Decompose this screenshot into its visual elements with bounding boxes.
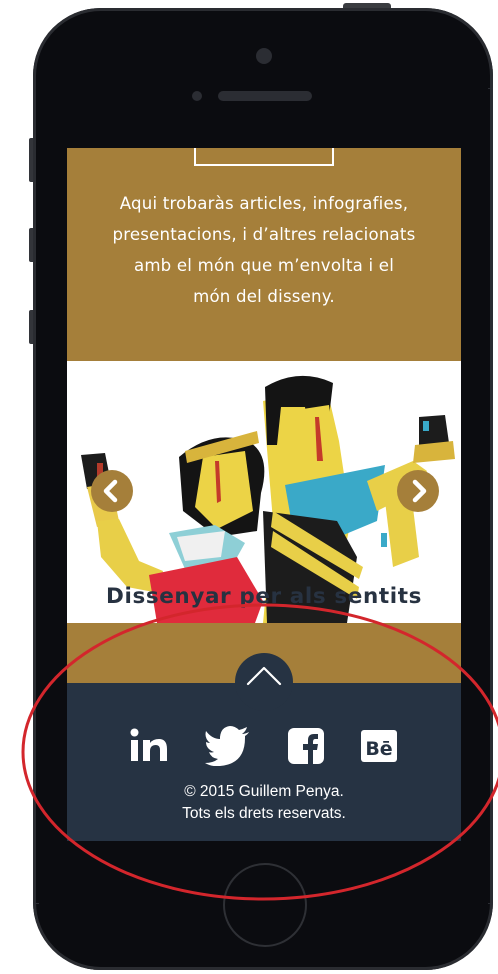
behance-label: Bē <box>365 738 392 760</box>
linkedin-icon <box>130 728 167 761</box>
antenna-line <box>488 903 493 904</box>
slider-next-button[interactable] <box>397 470 439 512</box>
scroll-to-top-button[interactable] <box>235 653 293 711</box>
intro-line: món del disseny. <box>193 287 335 306</box>
chevron-right-icon <box>412 479 427 503</box>
facebook-icon <box>288 728 324 764</box>
antenna-line <box>33 903 39 904</box>
phone-screen: Aqui trobaràs articles, infografies, pre… <box>67 148 461 841</box>
behance-link[interactable]: Bē <box>359 726 399 766</box>
antenna-line <box>488 88 493 89</box>
chevron-left-icon <box>103 479 118 503</box>
front-camera <box>256 48 272 64</box>
home-button <box>223 863 307 947</box>
copyright-line: Tots els drets reservats. <box>182 805 346 822</box>
slider-prev-button[interactable] <box>91 470 133 512</box>
intro-line: presentacions, i d’altres relacionats <box>112 225 416 244</box>
intro-line: Aqui trobaràs articles, infografies, <box>119 194 409 213</box>
twitter-link[interactable] <box>205 726 251 766</box>
facebook-link[interactable] <box>286 726 326 766</box>
behance-icon: Bē <box>361 730 397 762</box>
chevron-up-icon <box>246 666 282 686</box>
image-slider: Dissenyar per als sentits <box>67 361 461 623</box>
proximity-sensor <box>192 91 202 101</box>
earpiece-speaker <box>218 91 312 101</box>
mockup-stage: Aqui trobaràs articles, infografies, pre… <box>0 0 498 974</box>
copyright-line: © 2015 Guillem Penya. <box>184 783 344 800</box>
slide-caption: Dissenyar per als sentits <box>106 584 422 609</box>
blog-intro-text: Aqui trobaràs articles, infografies, pre… <box>81 188 447 312</box>
section-title-box <box>194 148 334 166</box>
intro-line: amb el món que m’envolta i el <box>133 256 395 275</box>
linkedin-link[interactable] <box>130 726 170 766</box>
copyright-notice: © 2015 Guillem Penya. Tots els drets res… <box>67 781 461 825</box>
twitter-icon <box>205 726 249 766</box>
